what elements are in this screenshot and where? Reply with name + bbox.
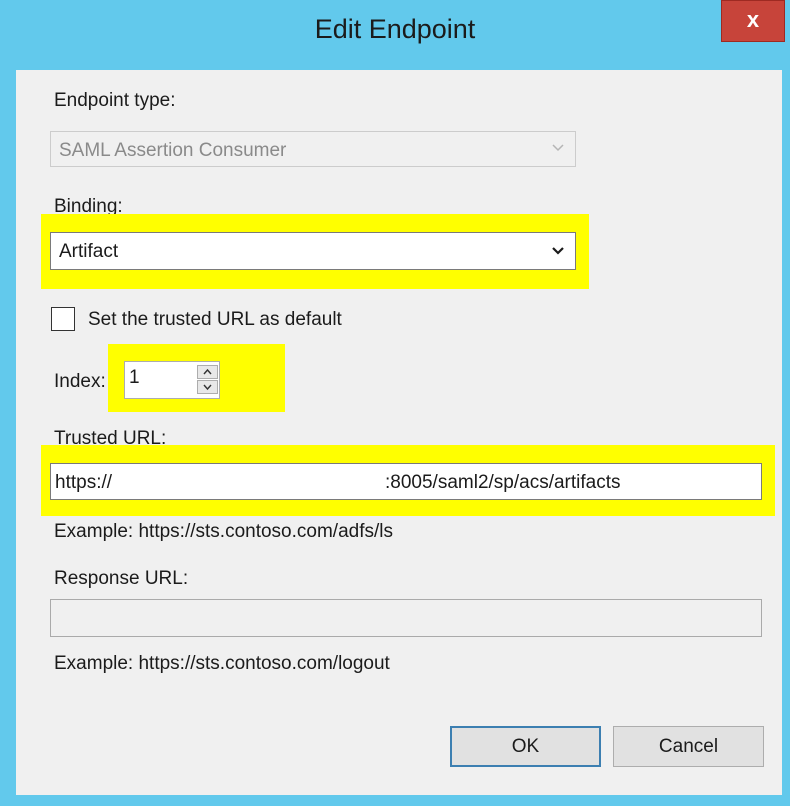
title-bar[interactable]: Edit Endpoint x (0, 0, 790, 70)
trusted-url-example: Example: https://sts.contoso.com/adfs/ls (54, 521, 393, 542)
close-button[interactable]: x (721, 0, 785, 42)
endpoint-type-value: SAML Assertion Consumer (59, 140, 287, 161)
default-url-checkbox-label[interactable]: Set the trusted URL as default (88, 309, 342, 331)
binding-value: Artifact (59, 241, 119, 262)
response-url-input (50, 599, 762, 637)
trusted-url-prefix: https:// (55, 472, 113, 493)
window-title: Edit Endpoint (314, 14, 476, 44)
index-stepper[interactable]: 1 (124, 361, 220, 399)
default-url-checkbox[interactable] (51, 307, 75, 331)
trusted-url-suffix: :8005/saml2/sp/acs/artifacts (385, 472, 621, 493)
response-url-label: Response URL: (54, 568, 189, 589)
index-value: 1 (129, 367, 140, 388)
chevron-down-icon (203, 384, 212, 391)
chevron-down-icon (552, 247, 564, 255)
close-icon: x (746, 7, 760, 32)
ok-button[interactable]: OK (450, 726, 601, 767)
endpoint-type-dropdown: SAML Assertion Consumer (50, 131, 576, 167)
chevron-down-icon (552, 144, 564, 152)
cancel-button[interactable]: Cancel (613, 726, 764, 767)
endpoint-type-label: Endpoint type: (54, 90, 176, 111)
dialog-body: Endpoint type: SAML Assertion Consumer B… (16, 70, 782, 795)
response-url-example: Example: https://sts.contoso.com/logout (54, 653, 390, 674)
index-decrement-button[interactable] (197, 380, 218, 394)
binding-dropdown[interactable]: Artifact (50, 232, 576, 270)
index-label: Index: (54, 371, 106, 392)
trusted-url-input[interactable]: https:// :8005/saml2/sp/acs/artifacts (50, 463, 762, 500)
edit-endpoint-window: Edit Endpoint x Endpoint type: SAML Asse… (0, 0, 790, 806)
chevron-up-icon (203, 368, 212, 375)
index-increment-button[interactable] (197, 365, 218, 379)
